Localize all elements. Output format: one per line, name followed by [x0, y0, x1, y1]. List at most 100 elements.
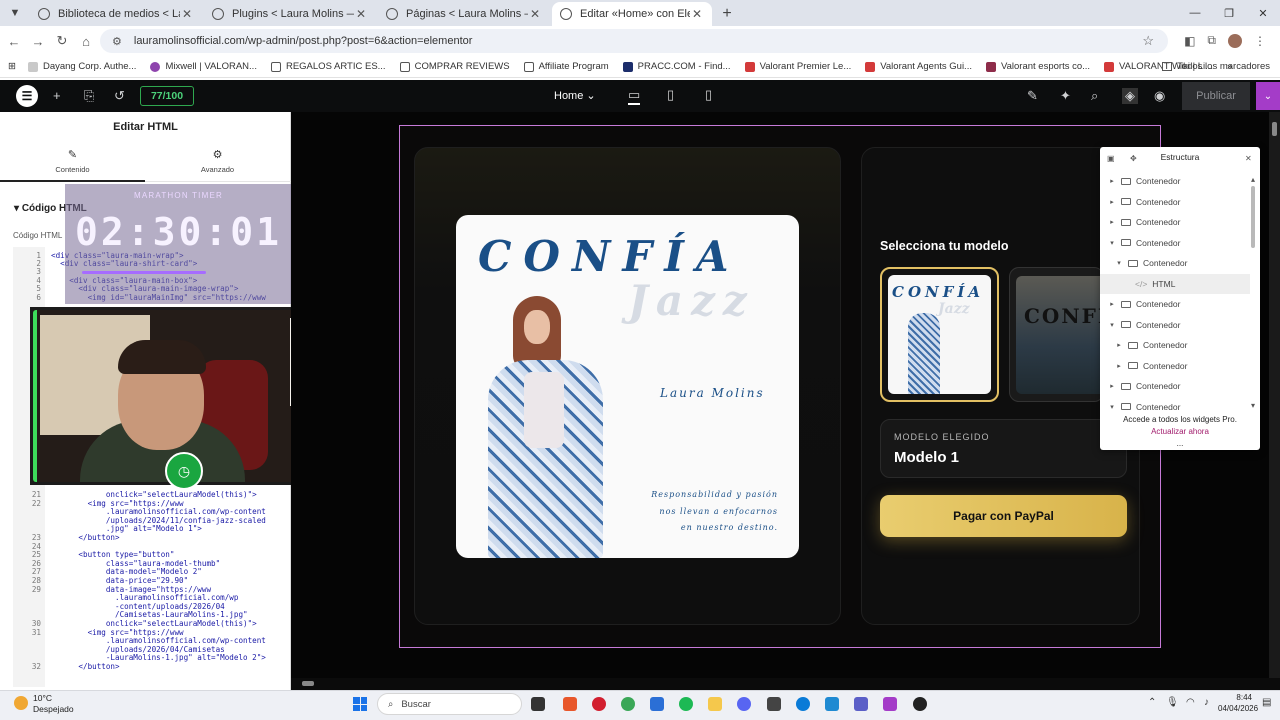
caret-right-icon[interactable]: ▸	[1113, 341, 1125, 349]
bookmark-item[interactable]: Dayang Corp. Authe...	[27, 61, 136, 72]
task-view-icon[interactable]	[531, 697, 545, 711]
more-menu-icon[interactable]: ⋮	[1254, 34, 1266, 48]
apps-icon[interactable]: ⊞	[8, 61, 16, 72]
obs-icon[interactable]	[913, 697, 927, 711]
structure-item[interactable]: ▸ Contenedor	[1100, 212, 1250, 232]
caret-right-icon[interactable]: ▸	[1106, 218, 1118, 226]
structure-item[interactable]: </> HTML	[1100, 273, 1250, 294]
model-thumb-1[interactable]: CONFÍA Jazz	[880, 267, 999, 402]
caret-down-icon[interactable]: ▾	[1113, 259, 1125, 267]
profile-avatar[interactable]	[1228, 33, 1242, 48]
ai-icon[interactable]: ✦	[1060, 88, 1071, 104]
publish-button[interactable]: Publicar	[1182, 82, 1250, 110]
wifi-icon[interactable]: ◠	[1186, 697, 1195, 708]
canvas-vertical-scrollbar[interactable]	[1269, 112, 1280, 678]
brush-icon[interactable]: ✎	[1027, 88, 1038, 104]
page-settings-icon[interactable]: ⎘	[84, 88, 94, 104]
puzzle-icon[interactable]: ⧉	[1207, 33, 1216, 48]
tab-close-icon[interactable]: ✕	[528, 7, 542, 21]
tab-advanced[interactable]: ⚙ Avanzado	[145, 148, 290, 174]
bookmark-item[interactable]: Valorant Agents Gui...	[865, 61, 972, 72]
app-icon[interactable]	[767, 697, 781, 711]
start-button-icon[interactable]	[353, 697, 367, 711]
weather-widget[interactable]: 10°C Despejado	[33, 693, 74, 715]
structure-item[interactable]: ▾ Contenedor	[1100, 315, 1250, 335]
tab-close-icon[interactable]: ✕	[354, 7, 368, 21]
bookmark-item[interactable]: Affiliate Program	[523, 61, 609, 72]
history-icon[interactable]: ↺	[114, 88, 125, 104]
outlook-icon[interactable]	[650, 697, 664, 711]
tab-content[interactable]: ✎ Contenido	[0, 148, 145, 182]
tab-elementor-editor[interactable]: Editar «Home» con Elementor ✕	[552, 2, 712, 26]
structure-item[interactable]: ▸ Contenedor	[1100, 192, 1250, 212]
paypal-button[interactable]: Pagar con PayPal	[880, 495, 1127, 537]
maximize-button[interactable]: ❐	[1212, 0, 1246, 26]
bookmark-item[interactable]: Valorant Premier Le...	[744, 61, 851, 72]
structure-item[interactable]: ▾ Contenedor	[1100, 233, 1250, 253]
tab-pages[interactable]: Páginas < Laura Molins — Wor ✕	[378, 2, 550, 26]
horizontal-scroll-thumb[interactable]	[302, 681, 314, 686]
tab-plugins[interactable]: Plugins < Laura Molins — Wor ✕	[204, 2, 376, 26]
file-explorer-icon[interactable]	[708, 697, 722, 711]
tab-close-icon[interactable]: ✕	[180, 7, 194, 21]
caret-right-icon[interactable]: ▸	[1106, 198, 1118, 206]
caret-right-icon[interactable]: ▸	[1106, 300, 1118, 308]
structure-item[interactable]: ▸ Contenedor	[1100, 294, 1250, 314]
bookmark-item[interactable]: COMPRAR REVIEWS	[399, 61, 510, 72]
notifications-icon[interactable]: ▤	[1262, 697, 1271, 708]
volume-icon[interactable]: ♪	[1204, 697, 1209, 708]
add-element-icon[interactable]: +	[53, 88, 61, 103]
publish-options-button[interactable]: ⌄	[1256, 82, 1280, 110]
scroll-down-icon[interactable]: ▾	[1251, 401, 1255, 410]
minimize-button[interactable]: —	[1178, 0, 1212, 26]
elementor-logo-icon[interactable]: ☰	[16, 85, 38, 107]
bookmark-item[interactable]: Mixwell | VALORAN...	[150, 61, 257, 72]
url-bar[interactable]: ⚙ lauramolinsofficial.com/wp-admin/post.…	[100, 29, 1168, 53]
tablet-view-icon[interactable]: ▯	[667, 87, 674, 103]
site-info-icon[interactable]: ⚙	[112, 35, 122, 48]
structure-item[interactable]: ▾ Contenedor	[1100, 253, 1250, 273]
back-icon[interactable]: ←	[2, 34, 26, 49]
system-clock[interactable]: 8:44 04/04/2026	[1218, 692, 1258, 714]
reload-icon[interactable]: ↻	[50, 33, 74, 49]
mobile-view-icon[interactable]: ▯	[705, 87, 712, 103]
taskbar-search[interactable]: ⌕ Buscar	[377, 693, 522, 715]
app-icon[interactable]	[883, 697, 897, 711]
discord-icon[interactable]	[737, 697, 751, 711]
upgrade-link[interactable]: Actualizar ahora	[1100, 426, 1260, 438]
close-icon[interactable]: ✕	[1245, 154, 1252, 163]
structure-item[interactable]: ▸ Contenedor	[1100, 335, 1250, 355]
chrome-icon[interactable]	[621, 697, 635, 711]
microphone-icon[interactable]: 🎙	[1166, 697, 1179, 708]
bookmark-star-icon[interactable]: ☆	[1142, 33, 1154, 49]
new-tab-button[interactable]: +	[714, 2, 740, 26]
caret-down-icon[interactable]: ▾	[1106, 321, 1118, 329]
forward-icon[interactable]: →	[26, 34, 50, 49]
bookmark-item[interactable]: REGALOS ARTIC ES...	[270, 61, 386, 72]
caret-down-icon[interactable]: ▾	[1106, 239, 1118, 247]
model-thumb-2[interactable]: CONFÍA	[1009, 267, 1104, 402]
preview-icon[interactable]: ◉	[1154, 88, 1165, 104]
brave-icon[interactable]	[563, 697, 577, 711]
close-window-button[interactable]: ✕	[1246, 0, 1280, 26]
structure-icon[interactable]: ◈	[1122, 88, 1138, 104]
teams-icon[interactable]	[854, 697, 868, 711]
bookmark-item[interactable]: Valorant esports co...	[985, 61, 1090, 72]
bookmark-item[interactable]: PRACC.COM - Find...	[622, 61, 731, 72]
structure-item[interactable]: ▸ Contenedor	[1100, 376, 1250, 396]
extension-icon[interactable]: ◧	[1184, 34, 1195, 48]
caret-right-icon[interactable]: ▸	[1106, 382, 1118, 390]
opera-icon[interactable]	[592, 697, 606, 711]
caret-right-icon[interactable]: ▸	[1106, 177, 1118, 185]
tab-media-library[interactable]: Biblioteca de medios < Laura M ✕	[30, 2, 202, 26]
caret-right-icon[interactable]: ▸	[1113, 362, 1125, 370]
app-icon[interactable]	[796, 697, 810, 711]
vscode-icon[interactable]	[825, 697, 839, 711]
all-bookmarks[interactable]: Todos los marcadores	[1162, 61, 1270, 72]
spotify-icon[interactable]	[679, 697, 693, 711]
home-icon[interactable]: ⌂	[74, 34, 98, 49]
tab-search-button[interactable]: ▼	[0, 0, 30, 26]
scroll-up-icon[interactable]: ▴	[1251, 175, 1255, 184]
page-selector[interactable]: Home ⌄	[554, 89, 596, 102]
tab-close-icon[interactable]: ✕	[690, 7, 704, 21]
